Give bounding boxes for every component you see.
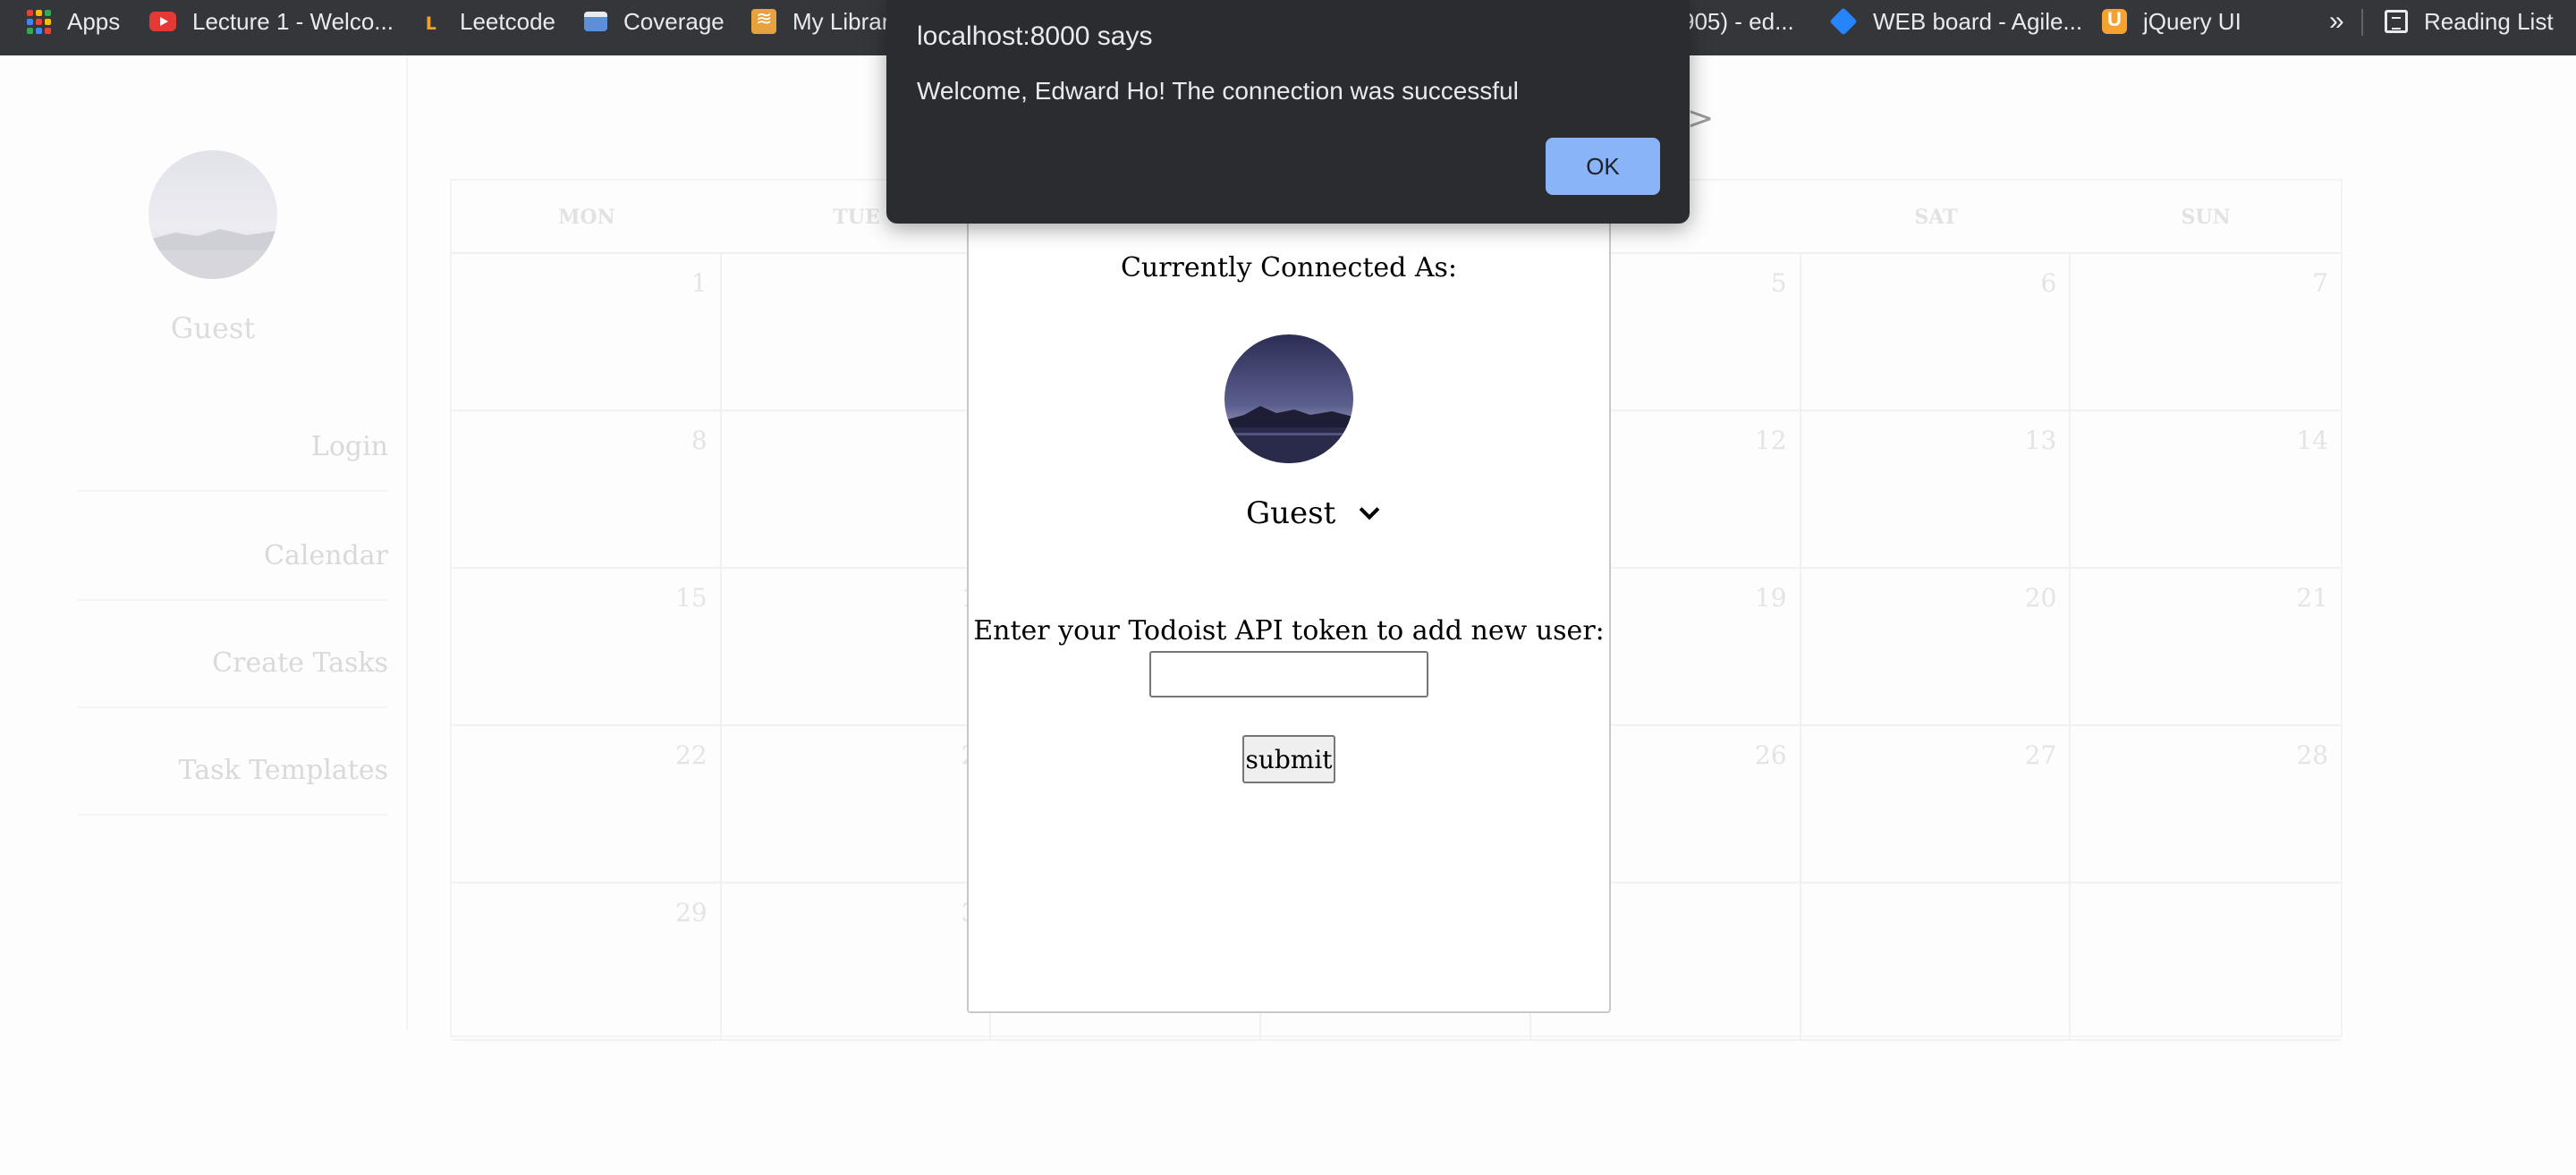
calendar-icon — [584, 12, 607, 31]
calendar-day-cell[interactable] — [1801, 883, 2072, 1041]
bookmark-lecture[interactable]: Lecture 1 - Welco... — [149, 0, 394, 43]
day-number: 21 — [2296, 583, 2328, 613]
modal-title: Currently Connected As: — [1120, 252, 1458, 283]
sidebar-item-create-tasks[interactable]: Create Tasks — [77, 619, 388, 708]
bookmark-label: My Librar — [792, 7, 890, 35]
day-number: 7 — [2312, 268, 2328, 298]
alert-dialog: localhost:8000 says Welcome, Edward Ho! … — [886, 0, 1690, 224]
bookmark-library[interactable]: My Librar — [751, 0, 889, 43]
calendar-day-cell[interactable]: 21 — [2071, 569, 2341, 726]
bookmark-label: Reading List — [2424, 7, 2554, 35]
sidebar-item-login[interactable]: Login — [77, 402, 388, 492]
bookmark-label: WEB board - Agile... — [1873, 7, 2083, 35]
day-number: 15 — [675, 583, 708, 613]
alert-title: localhost:8000 says — [917, 21, 1153, 51]
day-number: 8 — [691, 426, 708, 455]
day-number: 19 — [1754, 583, 1787, 613]
calendar-day-cell[interactable]: 27 — [1801, 726, 2072, 883]
bookmark-label: Lecture 1 - Welco... — [192, 7, 394, 35]
connection-modal: Currently Connected As: Guest Enter your… — [967, 143, 1611, 1013]
calendar-day-cell[interactable]: 1 — [452, 254, 722, 411]
bookmark-apps[interactable]: Apps — [27, 0, 120, 43]
day-number: 6 — [2040, 268, 2057, 298]
jira-icon — [1829, 7, 1858, 36]
calendar-day-cell[interactable]: 13 — [1801, 411, 2072, 569]
chevron-double-right-icon: » — [2329, 6, 2344, 36]
calendar-day-cell[interactable]: 7 — [2071, 254, 2341, 411]
day-number: 26 — [1754, 740, 1787, 770]
calendar-day-cell[interactable]: 3 — [721, 883, 992, 1041]
bookmark-ed[interactable]: 905) - ed... — [1682, 0, 1794, 43]
day-number: 28 — [2296, 740, 2328, 770]
calendar-day-cell[interactable]: 2 — [721, 726, 992, 883]
selected-user: Guest — [1246, 495, 1336, 531]
calendar-day-cell[interactable]: 8 — [452, 411, 722, 569]
reading-list-icon — [2385, 10, 2408, 33]
bookmark-leetcode[interactable]: ʟ Leetcode — [419, 0, 555, 43]
jquery-ui-icon — [2102, 8, 2127, 34]
bookmark-webboard[interactable]: WEB board - Agile... — [1829, 0, 2083, 43]
calendar-day-cell[interactable]: 28 — [2071, 726, 2341, 883]
bookmark-label: Leetcode — [460, 7, 555, 35]
sidebar-item-task-templates[interactable]: Task Templates — [77, 726, 388, 816]
day-number: 20 — [2024, 583, 2057, 613]
library-icon — [751, 7, 776, 34]
bookmark-label: Coverage — [623, 7, 724, 35]
calendar-day-cell[interactable]: 29 — [452, 883, 722, 1041]
day-number: 5 — [1770, 268, 1787, 298]
day-number: 14 — [2296, 426, 2328, 455]
next-month-button[interactable]: > — [1687, 100, 1714, 137]
calendar-day-cell[interactable]: 1 — [721, 569, 992, 726]
day-number: 27 — [2024, 740, 2057, 770]
avatar — [1224, 334, 1353, 463]
calendar-day-cell[interactable]: 20 — [1801, 569, 2072, 726]
calendar-day-cell[interactable] — [721, 254, 992, 411]
calendar-day-cell[interactable] — [721, 411, 992, 569]
leetcode-icon: ʟ — [425, 7, 437, 35]
submit-button[interactable]: submit — [1242, 735, 1335, 783]
ok-button[interactable]: OK — [1546, 138, 1660, 195]
calendar-day-cell[interactable]: 22 — [452, 726, 722, 883]
bookmark-label: jQuery UI — [2143, 7, 2241, 35]
calendar-day-cell[interactable]: 6 — [1801, 254, 2072, 411]
chevron-down-icon — [1359, 499, 1380, 520]
bookmark-label: 905) - ed... — [1682, 7, 1794, 35]
bookmarks-overflow-button[interactable]: » — [2329, 0, 2344, 43]
user-select[interactable]: Guest — [1246, 495, 1380, 531]
calendar-day-cell[interactable]: 15 — [452, 569, 722, 726]
day-number: 22 — [675, 740, 708, 770]
bookmark-coverage[interactable]: Coverage — [584, 0, 724, 43]
day-number: 29 — [675, 898, 708, 927]
sidebar-item-calendar[interactable]: Calendar — [77, 511, 388, 601]
reading-list-button[interactable]: Reading List — [2385, 0, 2554, 43]
calendar-day-cell[interactable]: 14 — [2071, 411, 2341, 569]
day-number: 13 — [2024, 426, 2057, 455]
bookmark-jqueryui[interactable]: jQuery UI — [2102, 0, 2241, 43]
weekday-label: MON — [558, 206, 615, 229]
bookmark-label: Apps — [67, 7, 121, 35]
apps-grid-icon — [27, 9, 51, 34]
avatar — [148, 150, 277, 279]
day-number: 1 — [691, 268, 708, 298]
bookmarks-divider — [2361, 9, 2363, 36]
weekday-label: SAT — [1914, 206, 1958, 229]
calendar-day-cell[interactable] — [2071, 883, 2341, 1041]
sidebar-user-name: Guest — [170, 311, 256, 345]
sidebar: Guest Login Calendar Create Tasks Task T… — [0, 55, 408, 1030]
alert-message: Welcome, Edward Ho! The connection was s… — [917, 77, 1519, 105]
weekday-label: SUN — [2181, 206, 2231, 229]
token-input[interactable] — [1149, 651, 1428, 697]
day-number: 12 — [1754, 426, 1787, 455]
youtube-icon — [149, 12, 176, 31]
token-label: Enter your Todoist API token to add new … — [973, 615, 1605, 647]
